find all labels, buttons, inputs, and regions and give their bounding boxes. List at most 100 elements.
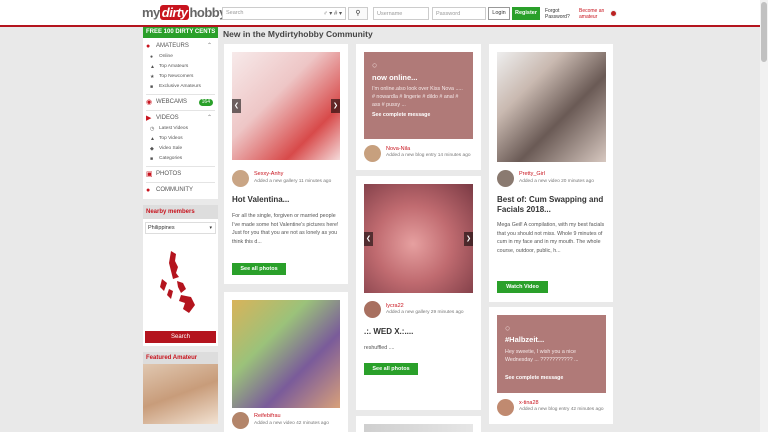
chat-icon: ●	[150, 54, 154, 60]
nav-sub-video-sale[interactable]: ◆ Video Sale	[146, 144, 215, 154]
avatar[interactable]	[364, 145, 381, 162]
username-link[interactable]: Pretty_Girl	[519, 171, 545, 177]
password-field[interactable]: Password	[432, 7, 486, 20]
featured-amateur-title: Featured Amateur	[143, 352, 218, 364]
avatar[interactable]	[497, 170, 514, 187]
see-all-photos-button[interactable]: See all photos	[364, 363, 418, 375]
search-input[interactable]: Search ♂ ▾ # ▾	[222, 7, 346, 20]
nav-sub-latest-videos[interactable]: ◷ Latest Videos	[146, 124, 215, 134]
video-thumbnail[interactable]	[232, 300, 340, 408]
nav-sub-online[interactable]: ● Online	[146, 52, 215, 62]
post-title[interactable]: Hot Valentina...	[232, 195, 289, 205]
nearby-search-button[interactable]: Search	[145, 331, 216, 343]
gallery-photo[interactable]	[364, 424, 473, 432]
clock-icon: ◷	[150, 126, 155, 132]
page-scrollbar[interactable]	[760, 0, 768, 432]
star-icon: ★	[150, 74, 155, 80]
thumbs-up-icon: ▲	[150, 136, 155, 142]
nav-photos[interactable]: ▣ PHOTOS	[146, 169, 215, 180]
gallery-photo[interactable]: ❮ ❯	[232, 52, 340, 160]
nav-sub-top-videos[interactable]: ▲ Top Videos	[146, 134, 215, 144]
avatar[interactable]	[232, 170, 249, 187]
feed-card: Pretty_Girl Added a new video 20 minutes…	[489, 44, 613, 302]
blog-excerpt: I'm online.also look over Kiss Nova ....…	[372, 86, 463, 108]
post-title[interactable]: Best of: Cum Swapping and Facials 2018..…	[497, 195, 609, 215]
watch-video-button[interactable]: Watch Video	[497, 281, 548, 293]
nav-sub-categories[interactable]: ■ Categories	[146, 154, 215, 164]
blog-title: #Halbzeit...	[505, 335, 545, 344]
folder-icon: ■	[150, 156, 154, 162]
blog-excerpt: Hey sweetie, I wish you a nice Wednesday…	[505, 349, 579, 363]
scrollbar-thumb[interactable]	[761, 2, 767, 62]
register-button[interactable]: Register	[512, 7, 540, 20]
webcam-count-badge: 164	[198, 99, 213, 106]
post-title[interactable]: .:. WED X.:....	[364, 327, 413, 337]
site-logo[interactable]: my dirty hobby	[142, 5, 226, 20]
nearby-members-box: Philippines ▾ Search	[143, 219, 218, 346]
feed-card: ❮ ❯ Sexxy-Anhy Added a new gallery 11 mi…	[224, 44, 348, 284]
feed-card: Reifebifrau Added a new video 42 minutes…	[224, 292, 348, 432]
activity-meta: Added a new gallery 11 minutes ago	[254, 179, 332, 184]
free-cents-banner[interactable]: FREE 100 DIRTY CENTS	[143, 27, 218, 38]
feed-card: ○ #Halbzeit... Hey sweetie, I wish you a…	[489, 307, 613, 424]
carousel-prev-button[interactable]: ❮	[364, 231, 373, 246]
nav-sub-exclusive[interactable]: ■ Exclusive Amateurs	[146, 82, 215, 92]
play-icon: ▶	[146, 115, 152, 122]
camera-icon: ▣	[146, 171, 153, 178]
speech-bubble-icon: ○	[505, 323, 511, 333]
username-link[interactable]: lycra22	[386, 303, 404, 309]
feed-card: ○ now online... I'm online.also look ove…	[356, 44, 481, 170]
chevron-up-icon: ⌃	[206, 115, 212, 121]
feed-card: ❮ ❯ lycra22 Added a new gallery 29 minut…	[356, 176, 481, 410]
gallery-photo[interactable]: ❮ ❯	[364, 184, 473, 293]
forgot-password-link[interactable]: Forgot Password?	[545, 8, 573, 20]
divider	[146, 166, 215, 167]
carousel-next-button[interactable]: ❯	[331, 99, 340, 113]
avatar[interactable]	[232, 412, 249, 429]
nav-sub-top-newcomers[interactable]: ★ Top Newcomers	[146, 72, 215, 82]
activity-meta: Added a new blog entry 42 minutes ago	[519, 407, 604, 412]
see-complete-message-link[interactable]: See complete message	[505, 375, 563, 381]
nav-community[interactable]: ● COMMUNITY	[146, 185, 215, 196]
blog-preview[interactable]: ○ #Halbzeit... Hey sweetie, I wish you a…	[497, 315, 606, 393]
divider	[146, 110, 215, 111]
webcam-icon: ◉	[146, 99, 153, 106]
search-button[interactable]: ⚲	[348, 7, 368, 20]
username-link[interactable]: Sexxy-Anhy	[254, 171, 283, 177]
post-excerpt: For all the single, forgiven or married …	[232, 213, 339, 245]
search-filter-dropdowns[interactable]: ♂ ▾ # ▾	[323, 10, 342, 17]
top-bar: my dirty hobby Search ♂ ▾ # ▾ ⚲ Username P…	[0, 0, 768, 27]
username-link[interactable]: x-tina28	[519, 400, 539, 406]
lock-icon: ■	[150, 84, 154, 90]
uk-flag-icon[interactable]	[610, 10, 617, 17]
username-link[interactable]: Nova-Nila	[386, 146, 410, 152]
country-select[interactable]: Philippines ▾	[145, 222, 216, 234]
nav-sub-top-amateurs[interactable]: ▲ Top Amateurs	[146, 62, 215, 72]
search-icon: ⚲	[355, 10, 361, 17]
divider	[146, 94, 215, 95]
feed-card	[356, 416, 481, 432]
nav-videos[interactable]: ▶ VIDEOS ⌃	[146, 113, 215, 124]
login-button[interactable]: Login	[488, 7, 510, 20]
thumbs-up-icon: ▲	[150, 64, 155, 70]
become-amateur-link[interactable]: Become an amateur	[579, 8, 607, 20]
see-complete-message-link[interactable]: See complete message	[372, 112, 430, 118]
nav-webcams[interactable]: ◉ WEBCAMS 164	[146, 97, 215, 108]
username-field[interactable]: Username	[373, 7, 429, 20]
featured-amateur-image[interactable]	[143, 364, 218, 424]
philippines-map-image	[160, 251, 195, 313]
page-title: New in the Mydirtyhobby Community	[223, 29, 373, 39]
username-link[interactable]: Reifebifrau	[254, 413, 281, 419]
speech-bubble-icon: ○	[372, 60, 378, 70]
sidebar: FREE 100 DIRTY CENTS ● AMATEURS ⌃ ● Online …	[143, 27, 218, 432]
carousel-prev-button[interactable]: ❮	[232, 99, 241, 113]
see-all-photos-button[interactable]: See all photos	[232, 263, 286, 275]
nav-amateurs[interactable]: ● AMATEURS ⌃	[146, 41, 215, 52]
video-thumbnail[interactable]	[497, 52, 606, 162]
community-icon: ●	[146, 187, 151, 194]
carousel-next-button[interactable]: ❯	[464, 231, 473, 246]
tag-icon: ◆	[150, 146, 154, 152]
avatar[interactable]	[364, 301, 381, 318]
avatar[interactable]	[497, 399, 514, 416]
blog-preview[interactable]: ○ now online... I'm online.also look ove…	[364, 52, 473, 139]
